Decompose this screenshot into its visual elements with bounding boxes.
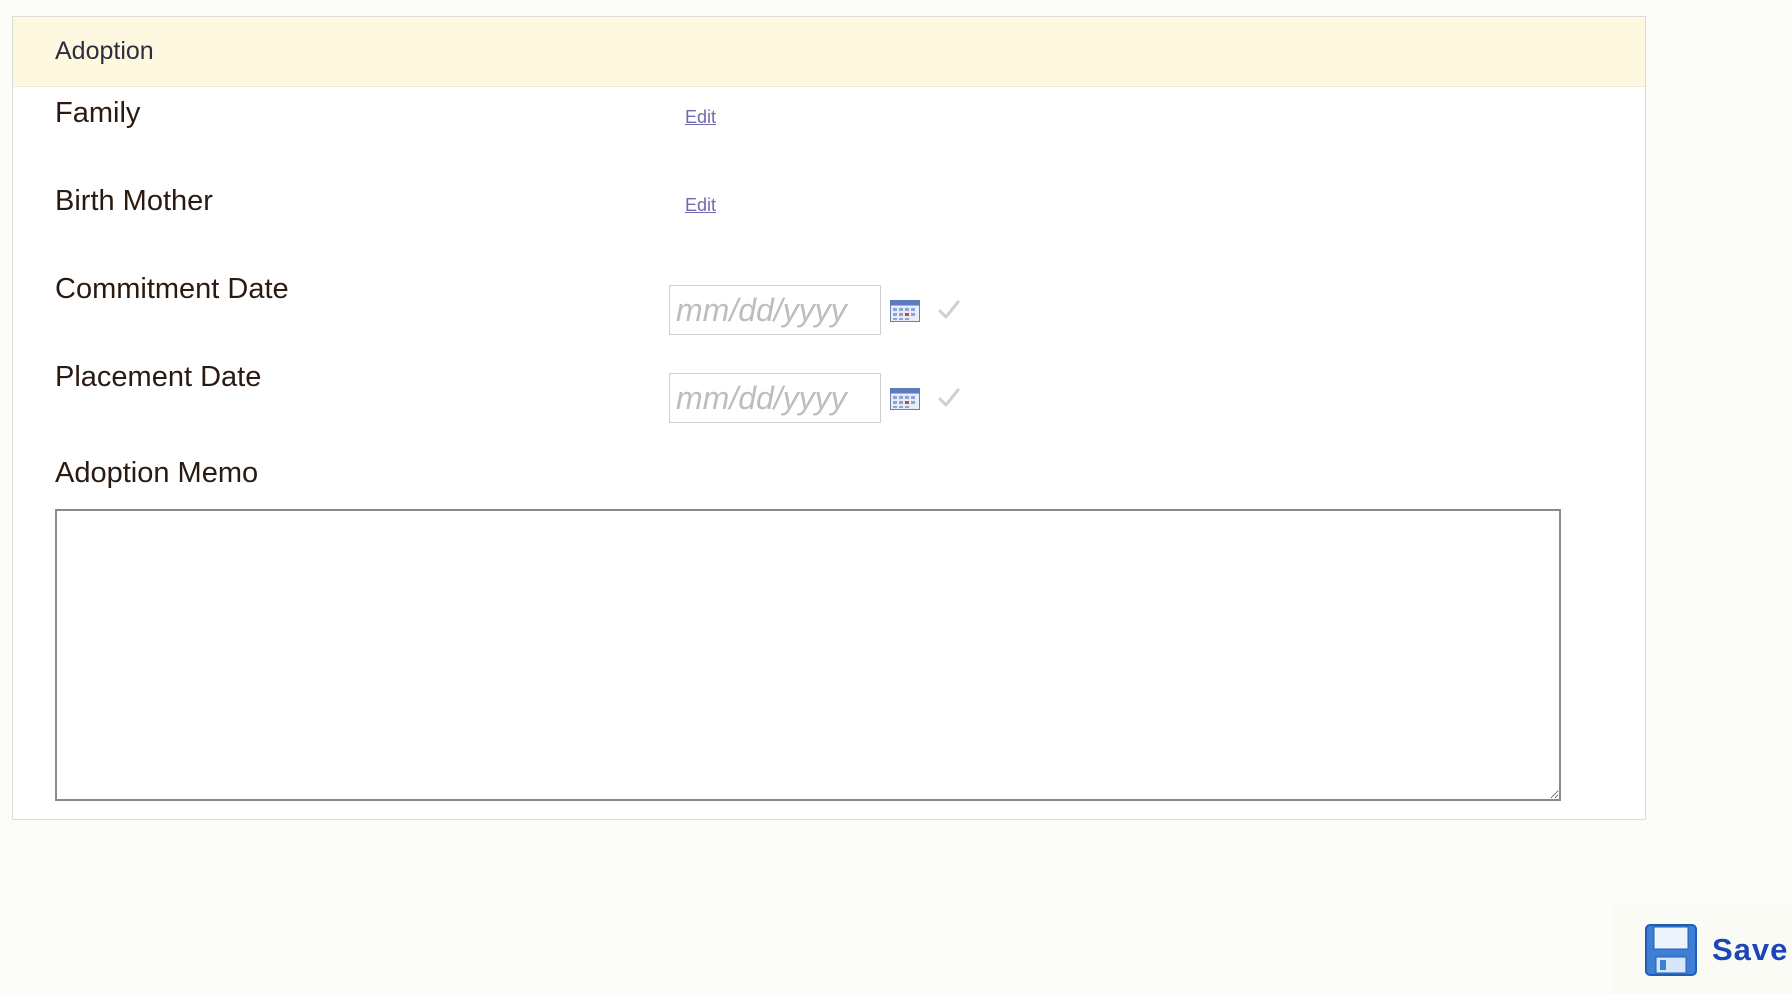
commitment-date-input[interactable] <box>669 285 881 335</box>
placement-date-input[interactable] <box>669 373 881 423</box>
family-label: Family <box>55 97 141 129</box>
commitment-date-label: Commitment Date <box>55 273 289 305</box>
family-edit-link[interactable]: Edit <box>685 107 716 128</box>
calendar-icon[interactable] <box>890 388 920 410</box>
floppy-disk-icon <box>1645 924 1697 976</box>
birth-mother-edit-link[interactable]: Edit <box>685 195 716 216</box>
panel-header: Adoption <box>13 17 1645 87</box>
check-icon <box>938 388 960 407</box>
adoption-memo-label: Adoption Memo <box>55 457 259 489</box>
calendar-icon[interactable] <box>890 300 920 322</box>
adoption-panel: Adoption Family Edit Birth Mother Edit C… <box>12 16 1646 820</box>
panel-title: Adoption <box>55 37 154 65</box>
adoption-memo-textarea[interactable] <box>55 509 1561 801</box>
placement-date-label: Placement Date <box>55 361 262 393</box>
save-button[interactable]: Save <box>1612 906 1792 994</box>
save-label: Save <box>1712 932 1789 967</box>
birth-mother-label: Birth Mother <box>55 185 213 217</box>
check-icon <box>938 300 960 319</box>
